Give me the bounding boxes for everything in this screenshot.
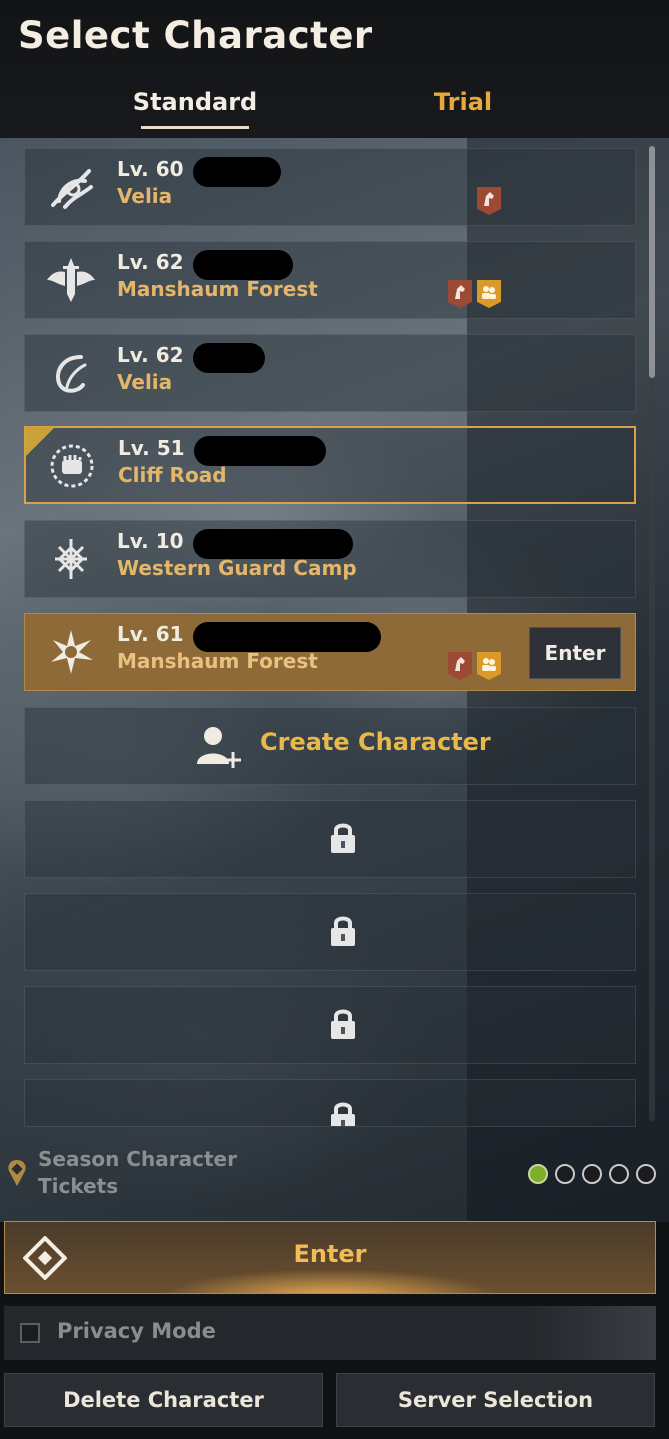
redacted-name [193,250,293,280]
rune-knot-icon [45,533,97,585]
enter-button-label: Enter [293,1240,367,1268]
locked-slot [24,1079,636,1127]
tab-standard[interactable]: Standard [120,88,270,129]
ticket-dot [636,1164,656,1184]
row-enter-button[interactable]: Enter [529,627,621,679]
character-level: Lv. 10 [117,529,184,553]
character-location: Manshaum Forest [117,277,318,301]
horse-badge-icon [477,187,501,215]
redacted-name [194,436,326,466]
character-row[interactable]: Lv. 10 Western Guard Camp [24,520,636,598]
crescent-swirl-icon [45,347,97,399]
list-scrollbar[interactable] [649,146,655,1121]
fist-emblem-icon [46,440,98,492]
ticket-dot [582,1164,602,1184]
character-level: Lv. 62 [117,343,184,367]
character-level: Lv. 60 [117,157,184,181]
character-row[interactable]: Lv. 51 Cliff Road [24,426,636,504]
redacted-name [193,622,381,652]
character-location: Velia [117,370,173,394]
delete-character-button[interactable]: Delete Character [4,1373,323,1427]
character-location: Western Guard Camp [117,556,357,580]
privacy-mode-toggle[interactable]: Privacy Mode [4,1306,656,1360]
character-level: Lv. 61 [117,622,184,646]
party-badge-icon [477,280,501,308]
header: Select Character Standard Trial [0,0,669,138]
server-selection-button[interactable]: Server Selection [336,1373,655,1427]
character-row[interactable]: Lv. 62 Velia [24,334,636,412]
lock-icon [329,914,357,952]
flame-swirl-icon [45,161,97,213]
create-character-label: Create Character [260,728,491,756]
page-title: Select Character [18,14,373,57]
redacted-name [193,343,265,373]
ticket-dot [555,1164,575,1184]
character-level: Lv. 51 [118,436,185,460]
character-location: Cliff Road [118,463,227,487]
privacy-mode-checkbox[interactable] [20,1323,40,1343]
tab-trial[interactable]: Trial [388,88,538,116]
privacy-mode-label: Privacy Mode [57,1319,216,1343]
character-row[interactable]: Lv. 62 Manshaum Forest [24,241,636,319]
enter-button[interactable]: Enter [4,1221,656,1294]
create-character-button[interactable]: Create Character [24,707,636,785]
locked-slot [24,986,636,1064]
redacted-name [193,529,353,559]
horse-badge-icon [448,280,472,308]
lock-icon [329,1007,357,1045]
character-location: Velia [117,184,173,208]
party-badge-icon [477,652,501,680]
character-level: Lv. 62 [117,250,184,274]
character-location: Manshaum Forest [117,649,318,673]
ticket-dot [609,1164,629,1184]
character-row[interactable]: Lv. 60 Velia [24,148,636,226]
locked-slot [24,893,636,971]
add-user-icon [195,724,247,772]
redacted-name [193,157,281,187]
season-tickets-label: Season Character Tickets [38,1147,237,1198]
locked-slot [24,800,636,878]
spiked-star-icon [45,626,97,678]
winged-sword-icon [45,254,97,306]
scrollbar-thumb[interactable] [649,146,655,378]
horse-badge-icon [448,652,472,680]
location-pin-icon [6,1158,28,1192]
lock-icon [329,1100,357,1126]
season-tickets: Season Character Tickets [0,1128,669,1222]
character-row-selected[interactable]: Lv. 61 Manshaum Forest Enter [24,613,636,691]
ticket-dot-filled [528,1164,548,1184]
lock-icon [329,821,357,859]
